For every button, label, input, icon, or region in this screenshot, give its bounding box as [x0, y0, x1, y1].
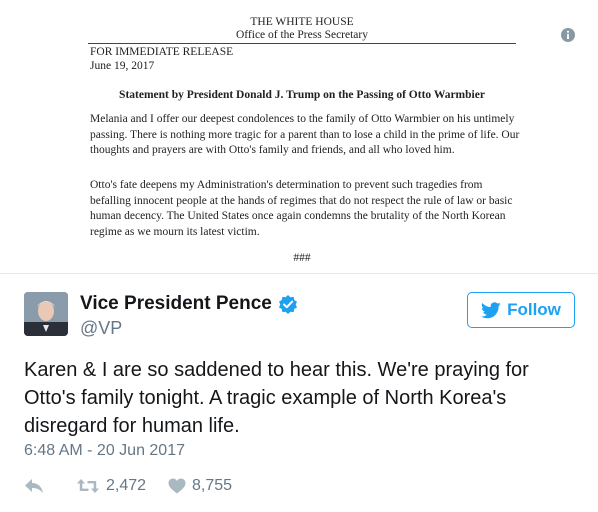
tweet-actions: 2,472 8,755 [24, 474, 232, 498]
follow-label: Follow [507, 300, 561, 319]
reply-button[interactable] [24, 478, 76, 494]
document-header: THE WHITE HOUSE Office of the Press Secr… [88, 16, 516, 42]
heart-icon [168, 478, 186, 494]
retweet-count: 2,472 [106, 477, 147, 494]
document-paragraph-1: Melania and I offer our deepest condolen… [90, 113, 520, 156]
reply-icon [25, 479, 43, 493]
document-release-line: FOR IMMEDIATE RELEASE [90, 46, 234, 58]
avatar-portrait-icon [24, 292, 68, 336]
tweet-text: Karen & I are so saddened to hear this. … [24, 359, 529, 437]
document-end-mark: ### [293, 252, 311, 264]
avatar[interactable] [24, 292, 68, 336]
twitter-bird-icon [481, 301, 501, 318]
retweet-button[interactable]: 2,472 [76, 477, 168, 495]
like-button[interactable]: 8,755 [168, 477, 232, 495]
press-release-document: THE WHITE HOUSE Office of the Press Secr… [0, 0, 598, 268]
follow-button[interactable]: Follow [467, 292, 575, 328]
display-name[interactable]: Vice President Pence [80, 293, 272, 315]
document-header-rule [88, 43, 516, 44]
user-handle[interactable]: @VP [80, 318, 122, 339]
media-divider [0, 273, 598, 274]
verified-badge-icon [279, 295, 297, 314]
document-org: THE WHITE HOUSE [250, 16, 354, 28]
like-count: 8,755 [192, 477, 233, 494]
tweet-timestamp[interactable]: 6:48 AM - 20 Jun 2017 [24, 442, 185, 460]
retweet-icon [77, 479, 99, 493]
document-title: Statement by President Donald J. Trump o… [119, 89, 485, 101]
info-icon[interactable] [561, 28, 575, 42]
document-office: Office of the Press Secretary [236, 29, 368, 41]
document-date: June 19, 2017 [90, 60, 155, 72]
document-paragraph-2: Otto's fate deepens my Administration's … [90, 179, 513, 238]
